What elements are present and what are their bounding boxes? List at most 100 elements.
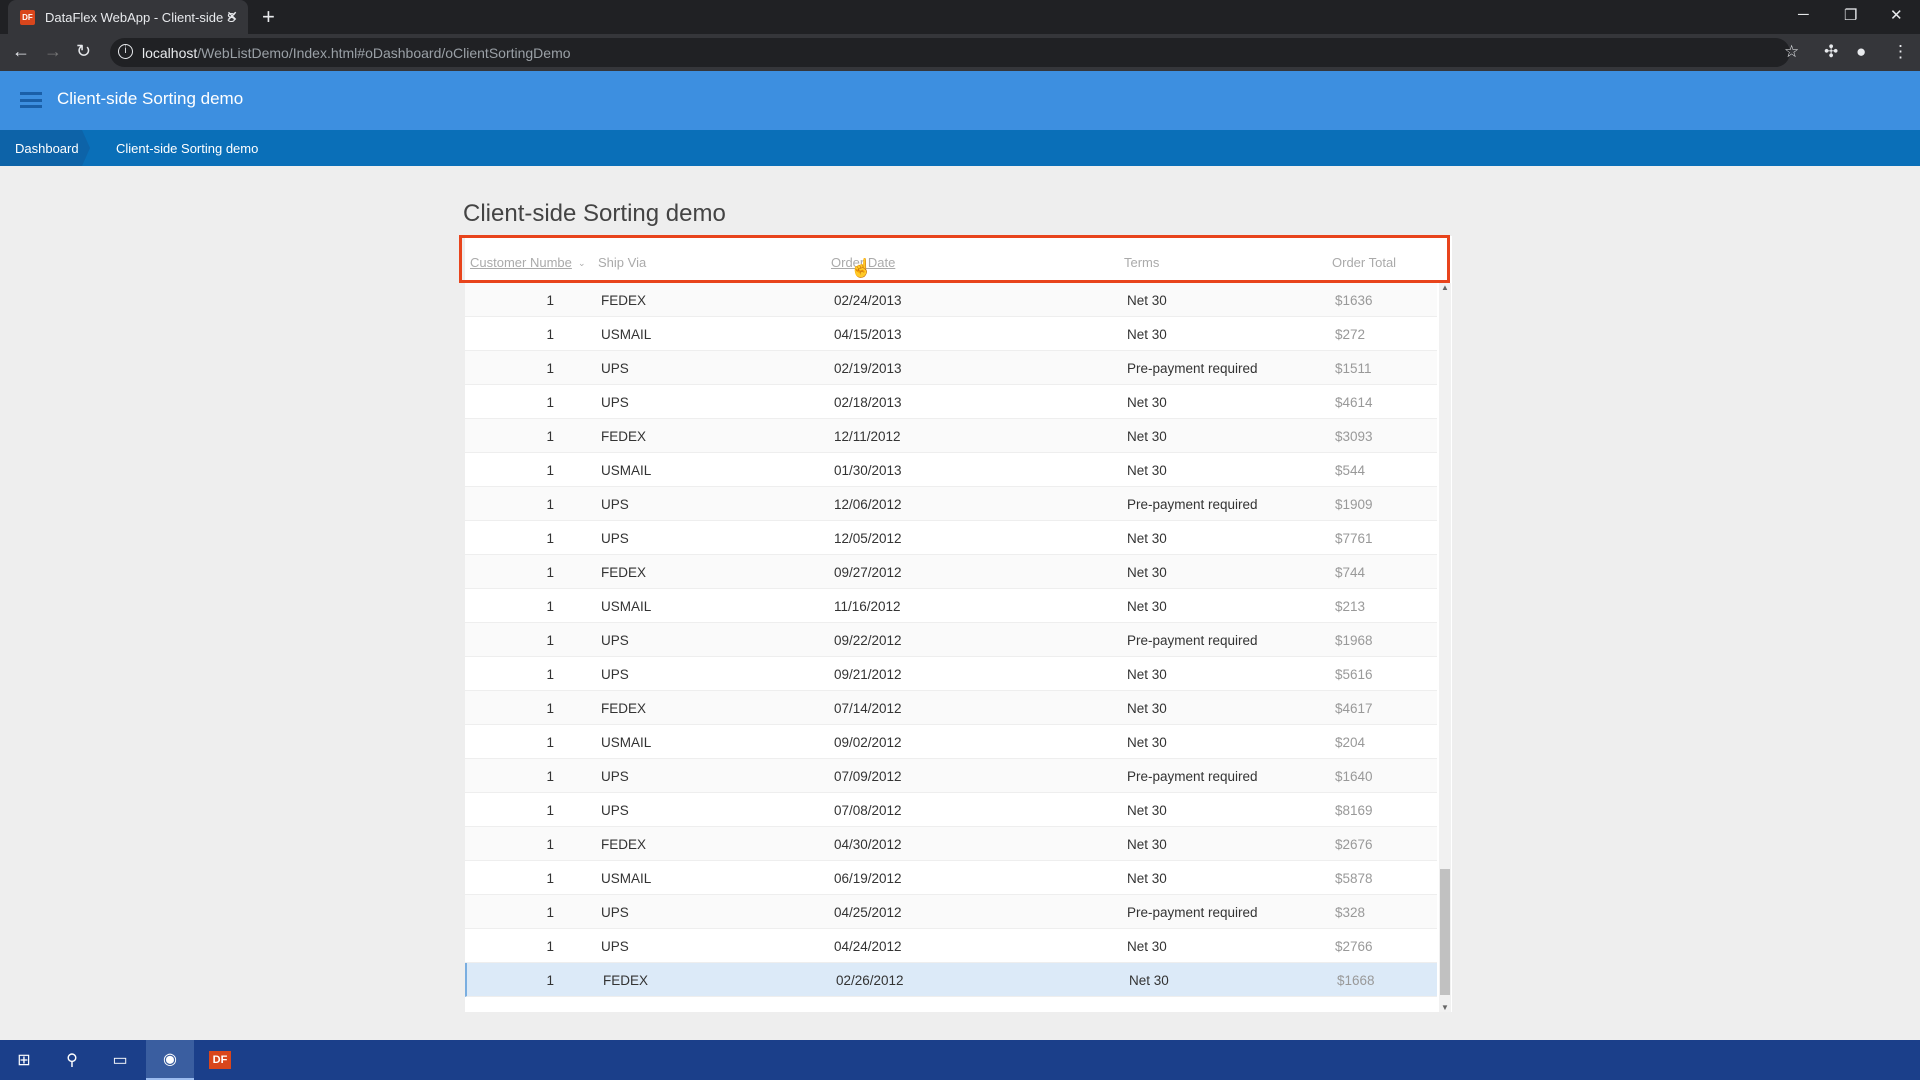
cell-ship-via: USMAIL (601, 327, 652, 342)
table-row[interactable]: 1 USMAIL 11/16/2012 Net 30 $213 (465, 589, 1437, 623)
table-row[interactable]: 1 FEDEX 07/14/2012 Net 30 $4617 (465, 691, 1437, 725)
info-icon[interactable]: i (118, 44, 133, 59)
cell-order-total: $213 (1335, 599, 1366, 614)
forward-icon[interactable]: → (44, 41, 62, 62)
cell-order-total: $1909 (1335, 497, 1373, 512)
cell-terms: Net 30 (1127, 463, 1167, 478)
cell-terms: Pre-payment required (1127, 769, 1258, 784)
cell-order-total: $1511 (1335, 361, 1372, 376)
cell-terms: Net 30 (1127, 939, 1167, 954)
table-row[interactable]: 1 FEDEX 04/30/2012 Net 30 $2676 (465, 827, 1437, 861)
cell-terms: Net 30 (1127, 293, 1167, 308)
address-bar[interactable]: i localhost/WebListDemo/Index.html#oDash… (110, 38, 1790, 67)
table-row[interactable]: 1 FEDEX 02/26/2012 Net 30 $1668 (465, 963, 1437, 997)
table-row[interactable]: 1 USMAIL 09/02/2012 Net 30 $204 (465, 725, 1437, 759)
table-row[interactable]: 1 USMAIL 06/19/2012 Net 30 $5878 (465, 861, 1437, 895)
cell-terms: Pre-payment required (1127, 361, 1258, 376)
cell-order-date: 07/08/2012 (834, 803, 902, 818)
new-tab-icon[interactable]: + (262, 4, 275, 30)
table-row[interactable]: 1 UPS 09/22/2012 Pre-payment required $1968 (465, 623, 1437, 657)
scrollbar[interactable]: ▲ ▼ (1439, 283, 1451, 1012)
table-row[interactable]: 1 USMAIL 04/15/2013 Net 30 $272 (465, 317, 1437, 351)
search-icon[interactable]: ⚲ (48, 1040, 96, 1080)
app-title: Client-side Sorting demo (57, 89, 244, 108)
cell-terms: Net 30 (1127, 395, 1167, 410)
cell-ship-via: FEDEX (601, 837, 647, 852)
chrome-icon[interactable]: ◉ (146, 1040, 194, 1080)
cell-order-date: 02/18/2013 (834, 395, 902, 410)
cell-order-total: $4614 (1335, 395, 1373, 410)
cell-customer-number: 1 (546, 973, 554, 988)
profile-icon[interactable]: ● (1856, 42, 1866, 62)
table-row[interactable]: 1 UPS 12/06/2012 Pre-payment required $1909 (465, 487, 1437, 521)
minimize-icon[interactable]: ─ (1798, 6, 1809, 23)
table-row[interactable]: 1 FEDEX 02/24/2013 Net 30 $1636 (465, 283, 1437, 317)
windows-start-icon[interactable]: ⊞ (0, 1040, 48, 1080)
cell-order-total: $2766 (1335, 939, 1373, 954)
cell-order-date: 09/22/2012 (834, 633, 902, 648)
cell-customer-number: 1 (546, 463, 554, 478)
table-row[interactable]: 1 UPS 02/19/2013 Pre-payment required $1511 (465, 351, 1437, 385)
table-row[interactable]: 1 UPS 09/21/2012 Net 30 $5616 (465, 657, 1437, 691)
cell-order-date: 04/30/2012 (834, 837, 902, 852)
table-row[interactable]: 1 UPS 04/24/2012 Net 30 $2766 (465, 929, 1437, 963)
restore-icon[interactable]: ❐ (1844, 6, 1857, 24)
reload-icon[interactable]: ↻ (76, 41, 91, 62)
cell-order-total: $4617 (1335, 701, 1373, 716)
cell-ship-via: UPS (601, 531, 629, 546)
cell-terms: Net 30 (1127, 871, 1167, 886)
table-row[interactable]: 1 FEDEX 09/27/2012 Net 30 $744 (465, 555, 1437, 589)
cell-order-date: 01/30/2013 (834, 463, 902, 478)
cell-order-date: 04/15/2013 (834, 327, 902, 342)
table-row[interactable]: 1 UPS 02/18/2013 Net 30 $4614 (465, 385, 1437, 419)
cell-order-date: 12/06/2012 (834, 497, 902, 512)
cell-order-total: $744 (1335, 565, 1366, 580)
table-row[interactable]: 1 UPS 04/25/2012 Pre-payment required $328 (465, 895, 1437, 929)
url-host: localhost (142, 44, 198, 61)
dataflex-favicon-icon: DF (20, 9, 35, 25)
table-row[interactable]: 1 FEDEX 12/11/2012 Net 30 $3093 (465, 419, 1437, 453)
table-row[interactable]: 1 UPS 12/05/2012 Net 30 $7761 (465, 521, 1437, 555)
cell-ship-via: USMAIL (601, 463, 652, 478)
list-body: 1UPS03/04/2013Net 30$39061FEDEX02/24/201… (465, 283, 1437, 1012)
cell-order-date: 11/16/2012 (834, 599, 901, 614)
cell-ship-via: UPS (601, 633, 629, 648)
bookmark-star-icon[interactable]: ☆ (1784, 42, 1799, 62)
cell-customer-number: 1 (546, 837, 554, 852)
cell-order-total: $2676 (1335, 837, 1373, 852)
browser-tab[interactable]: DF DataFlex WebApp - Client-side S ✕ (8, 0, 248, 34)
cell-terms: Pre-payment required (1127, 497, 1258, 512)
cell-customer-number: 1 (546, 395, 554, 410)
cell-order-total: $1636 (1335, 293, 1373, 308)
table-row[interactable]: 1 UPS 07/09/2012 Pre-payment required $1640 (465, 759, 1437, 793)
cell-order-total: $204 (1335, 735, 1366, 750)
hamburger-menu-icon[interactable] (20, 92, 42, 108)
cell-customer-number: 1 (546, 735, 554, 750)
cell-ship-via: FEDEX (601, 565, 647, 580)
task-view-icon[interactable]: ▭ (96, 1040, 144, 1080)
back-icon[interactable]: ← (12, 41, 30, 62)
cell-ship-via: UPS (601, 803, 629, 818)
scroll-down-icon[interactable]: ▼ (1441, 1003, 1449, 1012)
cell-ship-via: USMAIL (601, 735, 652, 750)
cell-order-total: $1668 (1337, 973, 1375, 988)
cell-ship-via: UPS (601, 497, 629, 512)
dataflex-app-icon[interactable]: DF (196, 1040, 244, 1080)
table-row[interactable]: 1 USMAIL 01/30/2013 Net 30 $544 (465, 453, 1437, 487)
taskbar: ⊞ ⚲ ▭ ◉ DF (0, 1040, 1920, 1080)
cell-ship-via: UPS (601, 939, 629, 954)
cell-order-date: 04/24/2012 (834, 939, 902, 954)
extensions-icon[interactable]: ✣ (1824, 42, 1838, 62)
cell-order-date: 07/09/2012 (834, 769, 902, 784)
close-window-icon[interactable]: ✕ (1890, 6, 1903, 24)
cell-order-total: $3093 (1335, 429, 1373, 444)
scroll-up-icon[interactable]: ▲ (1441, 283, 1449, 292)
address-toolbar: ← → ↻ i localhost/WebListDemo/Index.html… (0, 34, 1920, 71)
scrollbar-thumb[interactable] (1440, 869, 1450, 995)
close-tab-icon[interactable]: ✕ (226, 8, 238, 25)
cell-order-date: 06/19/2012 (834, 871, 902, 886)
menu-icon[interactable]: ⋮ (1892, 42, 1909, 62)
breadcrumb-dashboard[interactable]: Dashboard (0, 130, 90, 166)
table-row[interactable]: 1 UPS 07/08/2012 Net 30 $8169 (465, 793, 1437, 827)
cell-terms: Net 30 (1127, 701, 1167, 716)
